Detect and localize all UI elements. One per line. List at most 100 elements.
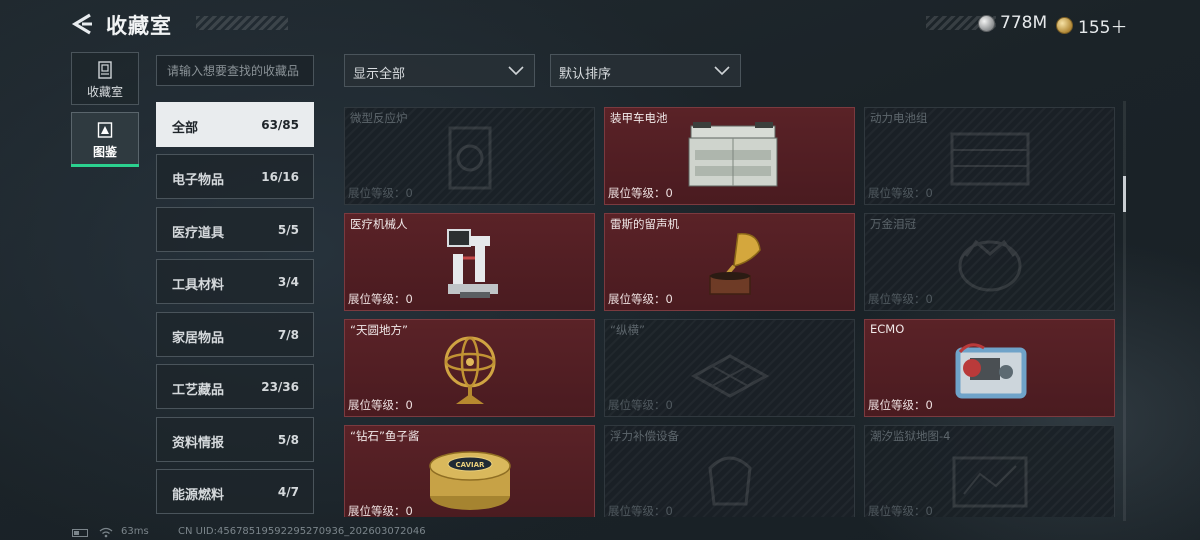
display-filter-dropdown[interactable]: 显示全部 (344, 54, 535, 87)
item-level: 展位等级：0 (348, 398, 413, 412)
item-card[interactable]: 动力电池组 展位等级：0 (864, 107, 1115, 205)
caviar-label: CAVIAR (456, 461, 486, 469)
display-filter-value: 显示全部 (353, 67, 406, 82)
medical-robot-icon (447, 229, 498, 298)
item-level: 展位等级：0 (348, 292, 413, 306)
item-card[interactable]: 雷斯的留声机 展位等级：0 (604, 213, 855, 311)
item-name: ECMO (870, 322, 905, 336)
item-name: 万金泪冠 (870, 217, 916, 231)
item-name: 潮汐监狱地图-4 (870, 429, 951, 443)
chessboard-icon (690, 354, 770, 398)
item-name: 微型反应炉 (350, 111, 408, 125)
collection-grid: 微型反应炉 展位等级：0 装甲车电池 展位等级：0 动力电池组 展位等级：0 医… (344, 107, 1116, 517)
battery-pack-icon (950, 132, 1030, 186)
category-count: 63/85 (261, 118, 299, 132)
category-crafts[interactable]: 工艺藏品 23/36 (156, 364, 314, 409)
tab-codex[interactable]: 图鉴 (71, 112, 139, 167)
item-card[interactable]: “纵横” 展位等级：0 (604, 319, 855, 417)
category-electronics[interactable]: 电子物品 16/16 (156, 154, 314, 199)
item-card[interactable]: 潮汐监狱地图-4 展位等级：0 (864, 425, 1115, 517)
search-input[interactable] (156, 55, 314, 86)
item-name: 装甲车电池 (610, 111, 668, 125)
category-name: 资料情报 (172, 436, 225, 451)
category-name: 电子物品 (172, 173, 225, 188)
grid-scrollbar[interactable] (1123, 101, 1126, 521)
item-card[interactable]: “天圆地方” 展位等级：0 (344, 319, 595, 417)
item-level: 展位等级：0 (608, 398, 673, 412)
wifi-icon (99, 527, 113, 538)
category-count: 4/7 (277, 485, 299, 499)
title-decoration (196, 16, 288, 30)
item-name: “天圆地方” (350, 323, 408, 337)
item-card[interactable]: ECMO 展位等级：0 (864, 319, 1115, 417)
category-count: 7/8 (277, 328, 299, 342)
armillary-sphere-icon (444, 336, 496, 404)
item-level: 展位等级：0 (608, 186, 673, 200)
buoyancy-device-icon (708, 456, 752, 506)
item-level: 展位等级：0 (608, 292, 673, 306)
silver-currency[interactable]: 778M (978, 13, 1047, 33)
caviar-tin-icon: CAVIAR (429, 451, 511, 510)
item-level: 展位等级：0 (868, 504, 933, 517)
reactor-icon (448, 126, 492, 190)
gold-amount: 155＋ (1078, 18, 1128, 38)
category-name: 全部 (172, 121, 199, 136)
item-level: 展位等级：0 (868, 398, 933, 412)
item-card[interactable]: 万金泪冠 展位等级：0 (864, 213, 1115, 311)
item-level: 展位等级：0 (868, 292, 933, 306)
item-card[interactable]: CAVIAR “钻石”鱼子酱 展位等级：0 (344, 425, 595, 517)
sort-dropdown[interactable]: 默认排序 (550, 54, 741, 87)
category-count: 5/5 (277, 223, 299, 237)
category-name: 家居物品 (172, 331, 225, 346)
category-name: 能源燃料 (172, 488, 225, 503)
codex-icon (97, 122, 113, 138)
item-name: 医疗机械人 (350, 217, 408, 231)
uid-readout: CN UID:45678519592295270936_202603072046 (178, 526, 426, 537)
category-medical[interactable]: 医疗道具 5/5 (156, 207, 314, 252)
category-count: 5/8 (277, 433, 299, 447)
category-count: 16/16 (261, 170, 299, 184)
chevron-down-icon (508, 66, 524, 76)
item-name: “纵横” (610, 323, 645, 337)
category-energy[interactable]: 能源燃料 4/7 (156, 469, 314, 514)
sort-value: 默认排序 (559, 67, 612, 82)
item-level: 展位等级：0 (348, 504, 413, 517)
ping-readout: 63ms (121, 526, 149, 537)
category-tools[interactable]: 工具材料 3/4 (156, 259, 314, 304)
item-level: 展位等级：0 (348, 186, 413, 200)
item-name: “钻石”鱼子酱 (350, 429, 420, 443)
silver-coin-icon (978, 14, 995, 32)
category-name: 工艺藏品 (172, 383, 225, 398)
gold-coin-icon (1056, 17, 1073, 34)
crown-icon (958, 239, 1022, 292)
grid-scrollbar-thumb[interactable] (1123, 176, 1126, 212)
item-card[interactable]: 医疗机械人 展位等级：0 (344, 213, 595, 311)
category-name: 工具材料 (172, 278, 225, 293)
back-arrow-icon[interactable] (70, 12, 96, 36)
item-name: 雷斯的留声机 (610, 217, 679, 231)
item-level: 展位等级：0 (868, 186, 933, 200)
ecmo-machine-icon (955, 343, 1027, 399)
tab-collection-room[interactable]: 收藏室 (71, 52, 139, 105)
page-title: 收藏室 (106, 14, 172, 38)
category-all[interactable]: 全部 63/85 (156, 102, 314, 147)
gold-currency[interactable]: 155＋ (1056, 13, 1127, 38)
collection-room-icon (98, 61, 112, 79)
item-card[interactable]: 装甲车电池 展位等级：0 (604, 107, 855, 205)
item-level: 展位等级：0 (608, 504, 673, 517)
category-intel[interactable]: 资料情报 5/8 (156, 417, 314, 462)
tab-collection-room-label: 收藏室 (86, 85, 123, 99)
item-card[interactable]: 微型反应炉 展位等级：0 (344, 107, 595, 205)
chevron-down-icon (714, 66, 730, 76)
item-name: 动力电池组 (870, 111, 928, 125)
item-card[interactable]: 浮力补偿设备 展位等级：0 (604, 425, 855, 517)
battery-icon (72, 529, 88, 537)
category-household[interactable]: 家居物品 7/8 (156, 312, 314, 357)
category-count: 3/4 (277, 275, 299, 289)
map-icon (952, 456, 1028, 508)
battery-icon (688, 122, 778, 187)
top-bar: 收藏室 778M 155＋ (0, 0, 1200, 48)
category-count: 23/36 (261, 380, 299, 394)
silver-amount: 778M (1000, 13, 1048, 33)
tab-codex-label: 图鉴 (92, 145, 117, 159)
